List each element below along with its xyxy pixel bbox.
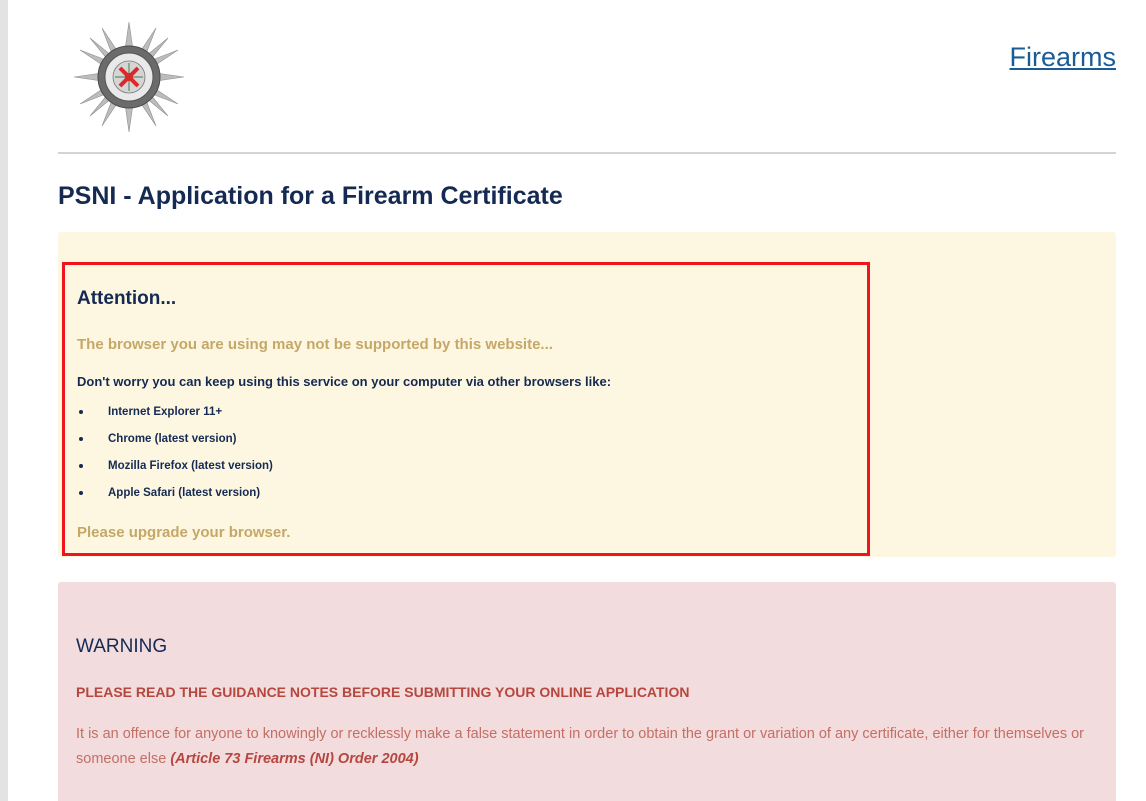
- attention-lead: The browser you are using may not be sup…: [77, 336, 553, 353]
- warning-title: WARNING: [76, 636, 168, 657]
- warning-citation: (Article 73 Firearms (NI) Order 2004): [170, 751, 419, 767]
- browser-notice-panel: Attention... The browser you are using m…: [58, 232, 1116, 557]
- list-item: Mozilla Firefox (latest version): [77, 459, 273, 486]
- attention-subtitle: Don't worry you can keep using this serv…: [77, 374, 612, 389]
- firearms-link[interactable]: Firearms: [1010, 42, 1117, 73]
- warning-body: It is an offence for anyone to knowingly…: [76, 722, 1096, 772]
- psni-crest-icon: [73, 21, 185, 133]
- attention-highlight-box: Attention... The browser you are using m…: [62, 262, 870, 556]
- attention-title: Attention...: [77, 288, 177, 309]
- list-item: Internet Explorer 11+: [77, 405, 273, 432]
- upgrade-message: Please upgrade your browser.: [77, 524, 291, 541]
- warning-lead: PLEASE READ THE GUIDANCE NOTES BEFORE SU…: [76, 684, 690, 700]
- supported-browser-list: Internet Explorer 11+ Chrome (latest ver…: [77, 405, 273, 513]
- list-item: Apple Safari (latest version): [77, 486, 273, 513]
- page-title: PSNI - Application for a Firearm Certifi…: [58, 182, 563, 210]
- page-container: Firearms PSNI - Application for a Firear…: [58, 0, 1116, 801]
- warning-panel: WARNING PLEASE READ THE GUIDANCE NOTES B…: [58, 582, 1116, 801]
- site-header: Firearms: [58, 0, 1116, 154]
- list-item: Chrome (latest version): [77, 432, 273, 459]
- left-edge-rule: [0, 0, 8, 801]
